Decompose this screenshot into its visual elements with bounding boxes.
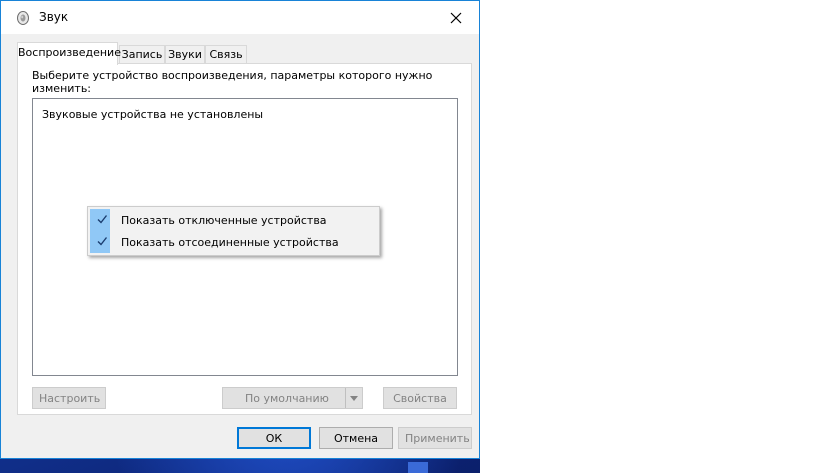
speaker-icon bbox=[17, 11, 29, 25]
set-default-button[interactable]: По умолчанию bbox=[222, 387, 363, 409]
tab-label: Звуки bbox=[168, 48, 202, 61]
close-icon bbox=[450, 12, 462, 23]
tab-label: Запись bbox=[121, 48, 163, 61]
menu-item-show-disabled[interactable]: Показать отключенные устройства bbox=[88, 209, 379, 231]
configure-button[interactable]: Настроить bbox=[32, 387, 106, 409]
properties-button[interactable]: Свойства bbox=[383, 387, 457, 409]
desktop-taskbar-fragment bbox=[408, 462, 428, 473]
title-bar[interactable]: Звук bbox=[1, 1, 479, 34]
menu-check-area bbox=[90, 231, 110, 253]
menu-item-label: Показать отключенные устройства bbox=[121, 214, 327, 227]
empty-list-message: Звуковые устройства не установлены bbox=[42, 108, 264, 121]
set-default-label: По умолчанию bbox=[245, 392, 329, 405]
instruction-text: Выберите устройство воспроизведения, пар… bbox=[32, 69, 433, 95]
window-title: Звук bbox=[39, 10, 69, 24]
cancel-button[interactable]: Отмена bbox=[319, 427, 393, 449]
menu-check-area bbox=[90, 209, 110, 231]
menu-item-show-disconnected[interactable]: Показать отсоединенные устройства bbox=[88, 231, 379, 253]
checkmark-icon bbox=[97, 215, 108, 224]
close-button[interactable] bbox=[433, 1, 479, 34]
tab-sounds[interactable]: Звуки bbox=[165, 45, 205, 63]
tab-label: Связь bbox=[209, 48, 243, 61]
tab-label: Воспроизведение bbox=[18, 46, 121, 59]
tab-communications[interactable]: Связь bbox=[205, 45, 247, 63]
context-menu: Показать отключенные устройства Показать… bbox=[87, 206, 380, 256]
checkmark-icon bbox=[97, 237, 108, 246]
ok-button[interactable]: ОК bbox=[237, 427, 311, 449]
menu-item-label: Показать отсоединенные устройства bbox=[121, 236, 339, 249]
dropdown-arrow-icon[interactable] bbox=[345, 388, 362, 408]
tab-playback[interactable]: Воспроизведение bbox=[17, 42, 121, 65]
tab-recording[interactable]: Запись bbox=[119, 45, 165, 63]
apply-button[interactable]: Применить bbox=[398, 427, 472, 449]
